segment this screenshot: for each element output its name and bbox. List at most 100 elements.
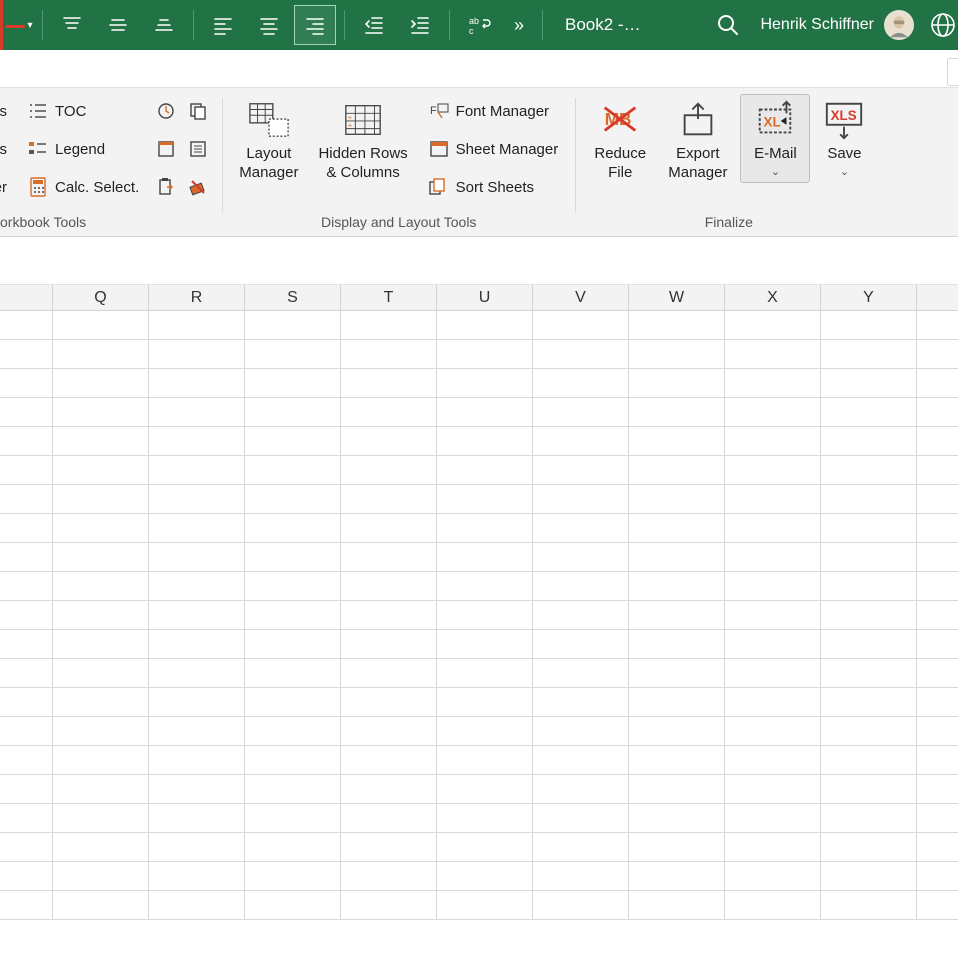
cell[interactable] (821, 833, 917, 862)
align-left-button[interactable] (202, 5, 244, 45)
cell[interactable] (245, 456, 341, 485)
cell[interactable] (533, 891, 629, 920)
cell[interactable] (725, 311, 821, 340)
cell[interactable] (437, 398, 533, 427)
cell[interactable] (725, 862, 821, 891)
partial-button-mid[interactable]: ets (0, 132, 14, 166)
align-middle-button[interactable] (97, 5, 139, 45)
sort-sheets-button[interactable]: Sort Sheets (421, 170, 566, 204)
cell[interactable] (53, 514, 149, 543)
cell[interactable] (725, 833, 821, 862)
cell[interactable] (437, 572, 533, 601)
cell[interactable] (629, 775, 725, 804)
cell[interactable] (341, 862, 437, 891)
cell[interactable] (629, 427, 725, 456)
cell[interactable] (53, 601, 149, 630)
align-center-button[interactable] (248, 5, 290, 45)
cell[interactable] (917, 804, 958, 833)
cell[interactable] (629, 804, 725, 833)
cell[interactable] (341, 746, 437, 775)
cell[interactable] (341, 572, 437, 601)
cell[interactable] (821, 514, 917, 543)
cell[interactable] (533, 514, 629, 543)
cell[interactable] (341, 891, 437, 920)
cell[interactable] (629, 543, 725, 572)
column-header[interactable]: S (245, 285, 341, 310)
spreadsheet-grid[interactable]: QRSTUVWXYZA (0, 285, 958, 920)
cell[interactable] (0, 804, 53, 833)
cell[interactable] (53, 311, 149, 340)
cell[interactable] (917, 630, 958, 659)
cell[interactable] (341, 833, 437, 862)
cell[interactable] (533, 775, 629, 804)
cell[interactable] (0, 485, 53, 514)
toc-button[interactable]: TOC (20, 94, 146, 128)
search-button[interactable] (708, 5, 748, 45)
cell[interactable] (821, 601, 917, 630)
cell[interactable] (149, 862, 245, 891)
cell[interactable] (53, 688, 149, 717)
cell[interactable] (629, 746, 725, 775)
cell[interactable] (341, 514, 437, 543)
export-manager-button[interactable]: Export Manager (661, 94, 734, 188)
cell[interactable] (53, 746, 149, 775)
column-header[interactable]: V (533, 285, 629, 310)
column-header[interactable]: U (437, 285, 533, 310)
column-header[interactable]: W (629, 285, 725, 310)
quick-access-overflow-button[interactable]: » (504, 5, 534, 45)
cell[interactable] (437, 862, 533, 891)
cell[interactable] (437, 833, 533, 862)
cell[interactable] (437, 601, 533, 630)
cell[interactable] (629, 688, 725, 717)
cell[interactable] (149, 485, 245, 514)
reduce-file-button[interactable]: MB Reduce File (585, 94, 655, 188)
cell[interactable] (437, 891, 533, 920)
partial-button-top[interactable]: s (0, 94, 14, 128)
cell[interactable] (53, 775, 149, 804)
column-header[interactable]: T (341, 285, 437, 310)
cell[interactable] (725, 688, 821, 717)
cell[interactable] (0, 543, 53, 572)
cell[interactable] (533, 456, 629, 485)
cell[interactable] (341, 601, 437, 630)
cell[interactable] (821, 340, 917, 369)
cell[interactable] (437, 340, 533, 369)
cell[interactable] (245, 862, 341, 891)
paste-special-button[interactable] (152, 170, 180, 204)
cell[interactable] (53, 862, 149, 891)
cell[interactable] (341, 804, 437, 833)
cell[interactable] (149, 891, 245, 920)
cell[interactable] (917, 717, 958, 746)
cell[interactable] (437, 804, 533, 833)
cell[interactable] (725, 456, 821, 485)
clock-refresh-button[interactable] (152, 94, 180, 128)
cell[interactable] (725, 659, 821, 688)
cell[interactable] (341, 659, 437, 688)
column-header[interactable]: Y (821, 285, 917, 310)
cell[interactable] (725, 398, 821, 427)
cell[interactable] (53, 572, 149, 601)
cell[interactable] (629, 514, 725, 543)
save-button[interactable]: XLS Save ⌄ (816, 94, 872, 183)
cell[interactable] (341, 485, 437, 514)
cell[interactable] (341, 717, 437, 746)
cell[interactable] (629, 311, 725, 340)
cell[interactable] (245, 485, 341, 514)
cell[interactable] (149, 427, 245, 456)
cell[interactable] (245, 688, 341, 717)
cell[interactable] (917, 572, 958, 601)
cell[interactable] (0, 514, 53, 543)
cell[interactable] (725, 804, 821, 833)
cell[interactable] (629, 630, 725, 659)
cell[interactable] (437, 659, 533, 688)
cell[interactable] (245, 833, 341, 862)
legend-button[interactable]: Legend (20, 132, 146, 166)
cell[interactable] (53, 485, 149, 514)
cell[interactable] (533, 485, 629, 514)
cell[interactable] (245, 543, 341, 572)
cell[interactable] (533, 862, 629, 891)
cell[interactable] (53, 891, 149, 920)
cell[interactable] (533, 311, 629, 340)
cell[interactable] (0, 746, 53, 775)
cell[interactable] (917, 543, 958, 572)
